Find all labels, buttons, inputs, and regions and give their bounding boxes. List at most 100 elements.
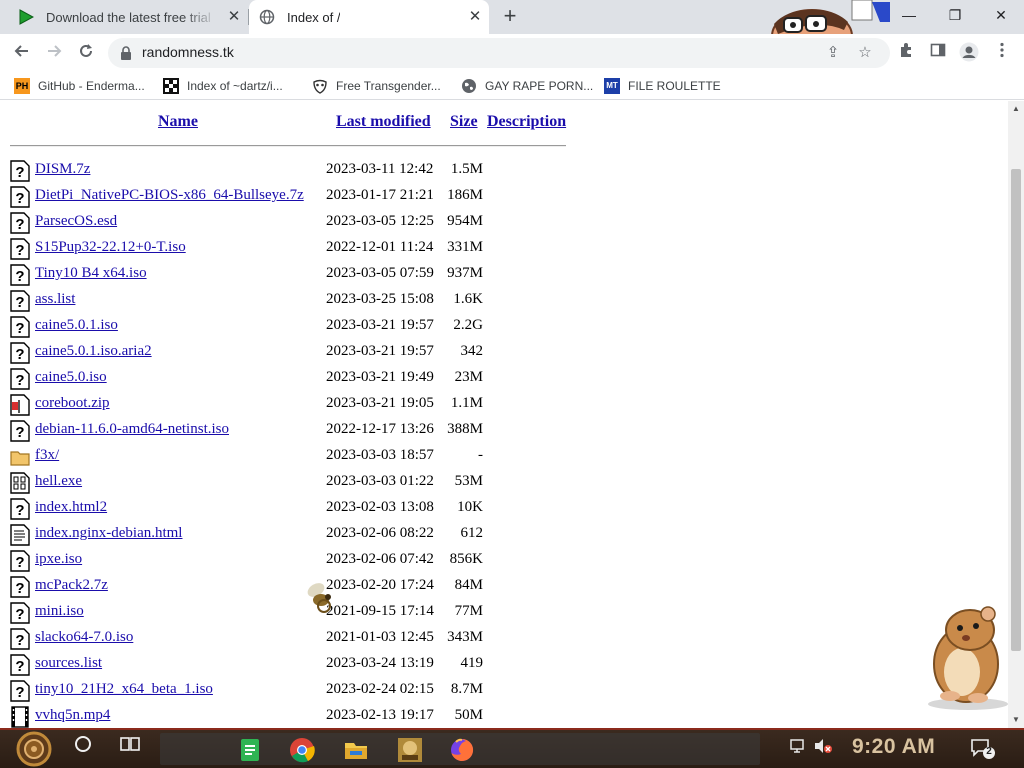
file-link[interactable]: S15Pup32-22.12+0-T.iso (35, 239, 186, 256)
file-explorer-icon[interactable] (342, 736, 370, 764)
game-app-icon[interactable] (396, 736, 424, 764)
firefox-icon[interactable] (448, 736, 476, 764)
unknown-file-icon[interactable]: ? (10, 680, 30, 702)
unknown-file-icon[interactable]: ? (10, 654, 30, 676)
text-file-icon[interactable] (10, 524, 30, 546)
unknown-file-icon[interactable]: ? (10, 368, 30, 390)
column-header-size[interactable]: Size (450, 113, 478, 131)
unknown-file-icon[interactable]: ? (10, 420, 30, 442)
forward-button[interactable] (40, 39, 68, 67)
unknown-file-icon[interactable]: ? (10, 186, 30, 208)
svg-text:?: ? (15, 268, 24, 285)
file-link[interactable]: vvhq5n.mp4 (35, 707, 110, 724)
scroll-up-arrow[interactable]: ▲ (1008, 101, 1024, 117)
file-link[interactable]: index.nginx-debian.html (35, 525, 182, 542)
side-panel-button[interactable] (927, 42, 949, 64)
unknown-file-icon[interactable]: ? (10, 550, 30, 572)
file-link[interactable]: ipxe.iso (35, 551, 82, 568)
unknown-file-icon[interactable]: ? (10, 238, 30, 260)
back-button[interactable] (8, 39, 36, 67)
scroll-down-arrow[interactable]: ▼ (1008, 712, 1024, 728)
start-button-icon[interactable] (10, 730, 58, 768)
file-link[interactable]: caine5.0.iso (35, 369, 107, 386)
reload-button[interactable] (72, 39, 100, 67)
close-tab-icon[interactable]: ✕ (226, 9, 242, 25)
sort-by-size-link[interactable]: Size (450, 113, 478, 130)
chrome-icon[interactable] (288, 736, 316, 764)
minimize-button[interactable]: — (886, 0, 932, 30)
unknown-file-icon[interactable]: ? (10, 602, 30, 624)
folder-icon[interactable] (10, 446, 30, 468)
svg-text:?: ? (15, 372, 24, 389)
file-link[interactable]: debian-11.6.0-amd64-netinst.iso (35, 421, 229, 438)
spreadsheet-app-icon[interactable] (236, 736, 264, 764)
bookmark-free-transgender[interactable]: Free Transgender... (312, 77, 441, 95)
address-bar[interactable]: randomness.tk ⇪ ☆ (108, 38, 890, 68)
close-window-button[interactable]: ✕ (978, 0, 1024, 30)
vertical-scrollbar[interactable]: ▲ ▼ (1008, 101, 1024, 728)
sort-by-name-link[interactable]: Name (158, 113, 198, 130)
unknown-file-icon[interactable]: ? (10, 290, 30, 312)
unknown-file-icon[interactable]: ? (10, 628, 30, 650)
tab-download-trial[interactable]: Download the latest free trial ✕ (8, 0, 248, 34)
file-link[interactable]: sources.list (35, 655, 102, 672)
file-modified: 2023-02-24 02:15 (326, 681, 434, 697)
file-size: 50M (454, 707, 483, 723)
file-link[interactable]: f3x/ (35, 447, 59, 464)
file-link[interactable]: caine5.0.1.iso (35, 317, 118, 334)
volume-muted-icon[interactable] (813, 738, 833, 754)
sort-by-description-link[interactable]: Description (487, 113, 566, 130)
search-button[interactable] (68, 734, 98, 764)
new-tab-button[interactable]: + (498, 5, 522, 29)
unknown-file-icon[interactable]: ? (10, 264, 30, 286)
column-header-name[interactable]: Name (158, 113, 198, 131)
sort-by-modified-link[interactable]: Last modified (336, 113, 431, 130)
file-link[interactable]: caine5.0.1.iso.aria2 (35, 343, 152, 360)
bookmark-file-roulette[interactable]: MT FILE ROULETTE (604, 77, 721, 95)
bookmark-star-icon[interactable]: ☆ (856, 44, 874, 62)
file-modified: 2023-01-17 21:21 (326, 187, 434, 203)
column-header-description[interactable]: Description (487, 113, 566, 131)
bookmark-github[interactable]: PH GitHub - Enderma... (14, 77, 145, 95)
extensions-button[interactable] (895, 42, 917, 64)
file-link[interactable]: ParsecOS.esd (35, 213, 117, 230)
close-tab-icon[interactable]: ✕ (467, 9, 483, 25)
tab-index-of[interactable]: Index of / ✕ (249, 0, 489, 34)
lock-icon[interactable] (120, 46, 132, 60)
file-link[interactable]: slacko64-7.0.iso (35, 629, 133, 646)
file-link[interactable]: mcPack2.7z (35, 577, 108, 594)
task-view-button[interactable] (115, 734, 145, 764)
movie-file-icon[interactable] (10, 706, 30, 728)
svg-text:?: ? (15, 580, 24, 597)
cortana-circle-icon (75, 736, 91, 752)
file-link[interactable]: DietPi_NativePC-BIOS-x86_64-Bullseye.7z (35, 187, 304, 204)
scrollbar-thumb[interactable] (1011, 169, 1021, 651)
unknown-file-icon[interactable]: ? (10, 498, 30, 520)
unknown-file-icon[interactable]: ? (10, 342, 30, 364)
unknown-file-icon[interactable]: ? (10, 160, 30, 182)
file-link[interactable]: tiny10_21H2_x64_beta_1.iso (35, 681, 213, 698)
notification-center-button[interactable]: 2 (970, 737, 996, 761)
clock[interactable]: 9:20 AM (852, 735, 935, 759)
share-icon[interactable]: ⇪ (824, 44, 842, 62)
unknown-file-icon[interactable]: ? (10, 576, 30, 598)
column-header-last-modified[interactable]: Last modified (336, 113, 431, 131)
bookmark-gay[interactable]: GAY RAPE PORN... (461, 77, 593, 95)
file-link[interactable]: ass.list (35, 291, 75, 308)
unknown-file-icon[interactable]: ? (10, 316, 30, 338)
file-link[interactable]: hell.exe (35, 473, 82, 490)
file-link[interactable]: mini.iso (35, 603, 84, 620)
restore-button[interactable]: ❐ (932, 0, 978, 30)
menu-button[interactable] (991, 42, 1013, 64)
network-icon[interactable] (790, 738, 808, 754)
url-text[interactable]: randomness.tk (142, 44, 234, 60)
profile-button[interactable] (958, 42, 980, 64)
bookmark-index-dartz[interactable]: Index of ~dartz/i... (163, 77, 283, 95)
unknown-file-icon[interactable]: ? (10, 212, 30, 234)
file-link[interactable]: DISM.7z (35, 161, 90, 178)
compressed-file-icon[interactable] (10, 394, 30, 416)
file-link[interactable]: index.html2 (35, 499, 107, 516)
file-link[interactable]: Tiny10 B4 x64.iso (35, 265, 147, 282)
file-link[interactable]: coreboot.zip (35, 395, 110, 412)
binary-file-icon[interactable] (10, 472, 30, 494)
